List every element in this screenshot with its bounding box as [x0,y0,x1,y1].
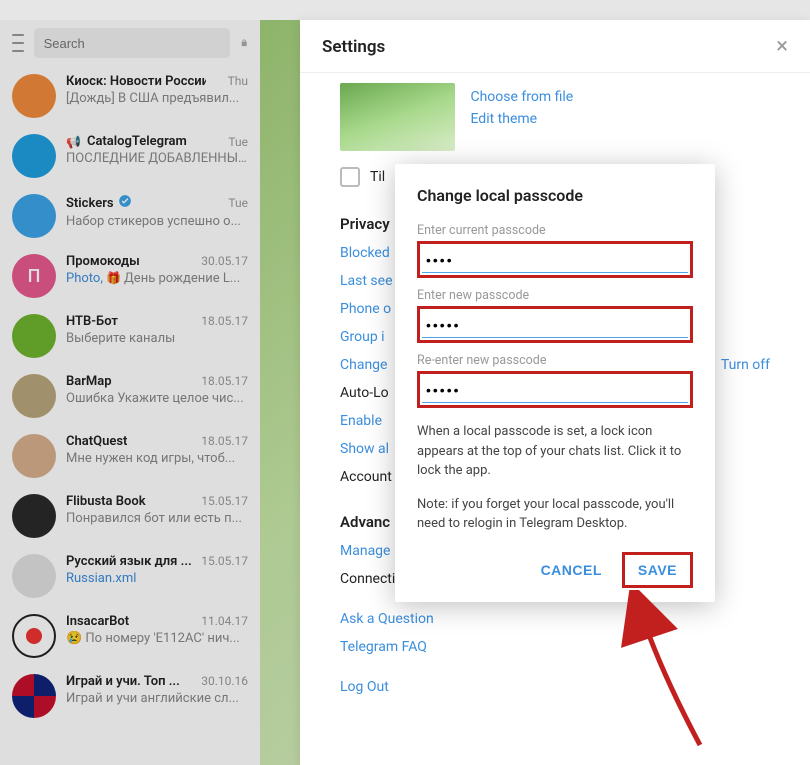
current-passcode-input[interactable] [422,246,688,273]
modal-actions: CANCEL SAVE [417,552,693,588]
group-link[interactable]: Group i [340,329,385,345]
modal-note-1: When a local passcode is set, a lock ico… [417,422,693,481]
current-passcode-label: Enter current passcode [417,223,693,238]
blocked-users-link[interactable]: Blocked [340,245,390,261]
window-titlebar [0,0,810,20]
save-button[interactable]: SAVE [626,556,689,584]
highlight-box [417,306,693,343]
account-label: Account [340,469,392,485]
faq-link[interactable]: Telegram FAQ [340,639,427,655]
highlight-box [417,371,693,408]
reenter-passcode-input[interactable] [422,376,688,403]
reenter-passcode-label: Re-enter new passcode [417,353,693,368]
enable-link[interactable]: Enable [340,413,382,429]
highlight-box: SAVE [622,552,693,588]
settings-header: Settings × [300,20,810,73]
theme-preview [340,83,455,151]
edit-theme-link[interactable]: Edit theme [470,111,573,127]
change-passcode-link[interactable]: Change [340,357,387,373]
phone-link[interactable]: Phone o [340,301,391,317]
close-icon[interactable]: × [776,36,788,58]
autolock-label: Auto-Lo [340,385,389,401]
checkbox-icon[interactable] [340,167,360,187]
manage-link[interactable]: Manage [340,543,390,559]
new-passcode-label: Enter new passcode [417,288,693,303]
highlight-box [417,241,693,278]
last-seen-link[interactable]: Last see [340,273,393,289]
logout-link[interactable]: Log Out [340,679,389,695]
ask-question-link[interactable]: Ask a Question [340,611,434,627]
new-passcode-input[interactable] [422,311,688,338]
modal-title: Change local passcode [417,186,693,205]
passcode-modal: Change local passcode Enter current pass… [395,164,715,602]
tile-label: Til [370,169,385,185]
cancel-button[interactable]: CANCEL [527,554,616,586]
turn-off-link[interactable]: Turn off [721,357,770,373]
modal-note-2: Note: if you forget your local passcode,… [417,495,693,534]
choose-from-file-link[interactable]: Choose from file [470,89,573,105]
showall-link[interactable]: Show al [340,441,389,457]
settings-title: Settings [322,37,385,57]
